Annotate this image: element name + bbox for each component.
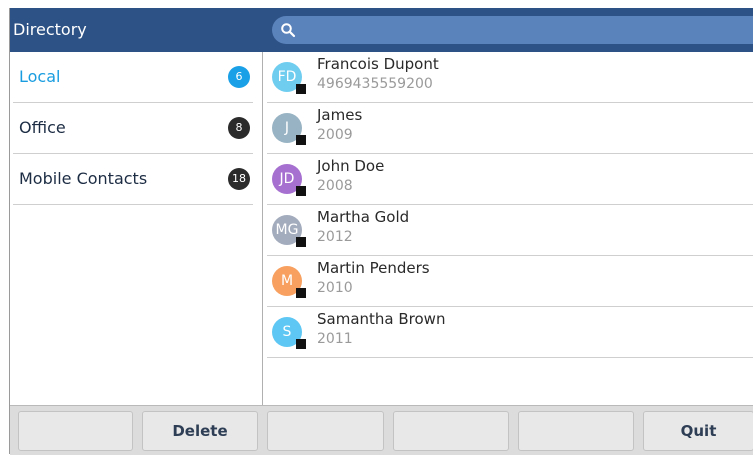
contact-number: 2012 bbox=[317, 229, 353, 245]
softkey-1[interactable] bbox=[18, 411, 133, 451]
softkey-bar: Delete Quit bbox=[10, 405, 753, 455]
contact-row[interactable]: JD John Doe 2008 bbox=[267, 154, 753, 205]
contact-row[interactable]: J James 2009 bbox=[267, 103, 753, 154]
sidebar-item-label: Mobile Contacts bbox=[19, 169, 148, 188]
presence-icon bbox=[296, 135, 306, 145]
avatar: J bbox=[272, 113, 306, 145]
contact-name: Martha Gold bbox=[317, 208, 410, 226]
avatar: M bbox=[272, 266, 306, 298]
contact-list: FD Francois Dupont 4969435559200 J James… bbox=[263, 52, 753, 405]
avatar: FD bbox=[272, 62, 306, 94]
presence-icon bbox=[296, 237, 306, 247]
avatar-initials: S bbox=[282, 324, 292, 340]
contact-row[interactable]: S Samantha Brown 2011 bbox=[267, 307, 753, 358]
sidebar-item-local[interactable]: Local 6 bbox=[13, 52, 253, 103]
quit-button[interactable]: Quit bbox=[643, 411, 753, 451]
avatar-initials: MG bbox=[275, 222, 299, 238]
contact-row[interactable]: FD Francois Dupont 4969435559200 bbox=[267, 52, 753, 103]
contact-number: 2010 bbox=[317, 280, 353, 296]
sidebar-item-office[interactable]: Office 8 bbox=[13, 103, 253, 154]
contact-name: John Doe bbox=[317, 157, 385, 175]
search-icon bbox=[281, 23, 296, 38]
presence-icon bbox=[296, 186, 306, 196]
contact-name: Samantha Brown bbox=[317, 310, 446, 328]
count-badge: 18 bbox=[228, 168, 250, 190]
contact-row[interactable]: M Martin Penders 2010 bbox=[267, 256, 753, 307]
count-badge: 6 bbox=[228, 66, 250, 88]
avatar-initials: FD bbox=[277, 69, 297, 85]
contact-name: Francois Dupont bbox=[317, 55, 439, 73]
sidebar-item-label: Office bbox=[19, 118, 66, 137]
count-badge: 8 bbox=[228, 117, 250, 139]
search-input[interactable] bbox=[272, 16, 753, 44]
phone-screen: Directory Local 6 Office 8 Mobile Contac… bbox=[9, 8, 753, 455]
presence-icon bbox=[296, 84, 306, 94]
softkey-5[interactable] bbox=[518, 411, 634, 451]
top-strip bbox=[0, 0, 753, 8]
directory-sidebar: Local 6 Office 8 Mobile Contacts 18 bbox=[10, 52, 263, 405]
contact-name: Martin Penders bbox=[317, 259, 430, 277]
avatar: S bbox=[272, 317, 306, 349]
contact-number: 4969435559200 bbox=[317, 76, 433, 92]
avatar-initials: J bbox=[284, 120, 290, 136]
contact-row[interactable]: MG Martha Gold 2012 bbox=[267, 205, 753, 256]
avatar-initials: JD bbox=[279, 171, 295, 187]
contact-number: 2009 bbox=[317, 127, 353, 143]
page-title: Directory bbox=[13, 20, 87, 39]
contact-name: James bbox=[317, 106, 363, 124]
presence-icon bbox=[296, 288, 306, 298]
avatar-initials: M bbox=[280, 273, 294, 289]
sidebar-item-mobile-contacts[interactable]: Mobile Contacts 18 bbox=[13, 154, 253, 205]
softkey-4[interactable] bbox=[393, 411, 509, 451]
sidebar-item-label: Local bbox=[19, 67, 61, 86]
delete-button[interactable]: Delete bbox=[142, 411, 258, 451]
softkey-3[interactable] bbox=[267, 411, 384, 451]
presence-icon bbox=[296, 339, 306, 349]
header-bar: Directory bbox=[10, 8, 753, 52]
avatar: MG bbox=[272, 215, 306, 247]
avatar: JD bbox=[272, 164, 306, 196]
contact-number: 2008 bbox=[317, 178, 353, 194]
contact-number: 2011 bbox=[317, 331, 353, 347]
